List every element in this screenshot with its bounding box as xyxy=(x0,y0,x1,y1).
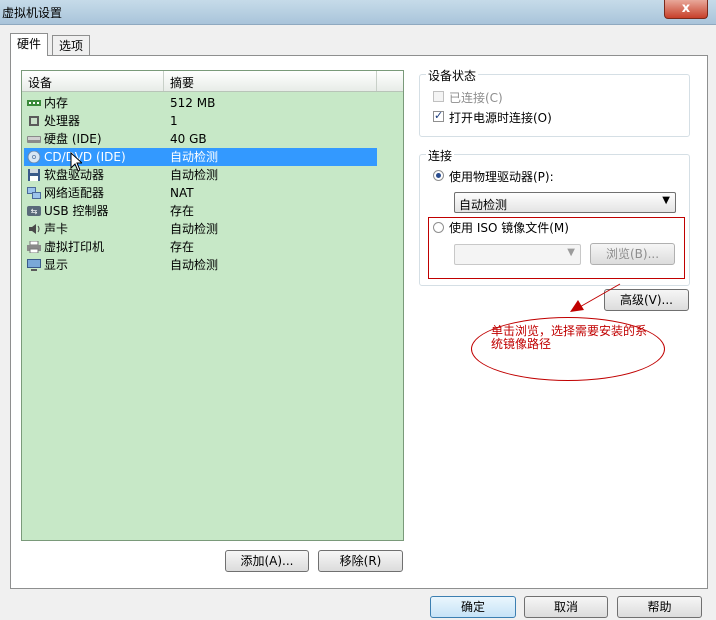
device-row-memory[interactable]: 内存 512 MB xyxy=(24,94,377,112)
add-button[interactable]: 添加(A)... xyxy=(225,550,309,572)
annotation-arrow-icon xyxy=(570,283,621,312)
device-name: 声卡 xyxy=(44,222,69,236)
device-name: USB 控制器 xyxy=(44,204,109,218)
header-separator xyxy=(163,71,164,91)
device-list[interactable]: 设备 摘要 内存 512 MB 处理器 1 硬盘 (IDE) 40 GB CD/… xyxy=(21,70,404,541)
printer-icon xyxy=(27,241,41,253)
mouse-cursor-icon xyxy=(70,152,82,172)
cancel-button[interactable]: 取消 xyxy=(524,596,608,618)
device-name: 显示 xyxy=(44,258,69,272)
device-summary: 存在 xyxy=(170,240,195,254)
memory-icon xyxy=(27,100,41,106)
device-name: 虚拟打印机 xyxy=(44,240,105,254)
device-row-network[interactable]: 网络适配器 NAT xyxy=(24,184,377,202)
floppy-icon xyxy=(28,169,40,181)
network-icon xyxy=(27,187,41,199)
ok-button[interactable]: 确定 xyxy=(430,596,516,618)
device-summary: 1 xyxy=(170,114,178,128)
annotation-note: 单击浏览，选择需要安装的系统镜像路径 xyxy=(491,324,648,351)
header-device[interactable]: 设备 xyxy=(28,74,52,91)
device-row-hard-disk[interactable]: 硬盘 (IDE) 40 GB xyxy=(24,130,377,148)
sound-icon xyxy=(29,224,40,234)
use-physical-drive-label: 使用物理驱动器(P): xyxy=(449,170,554,184)
display-icon xyxy=(27,259,41,271)
hard-disk-icon xyxy=(27,136,41,143)
physical-drive-value: 自动检测 xyxy=(459,198,508,212)
connect-at-power-on-label: 打开电源时连接(O) xyxy=(449,111,552,125)
connected-label: 已连接(C) xyxy=(449,91,503,105)
device-name: 硬盘 (IDE) xyxy=(44,132,102,146)
connection-label: 连接 xyxy=(426,147,455,164)
device-name: 内存 xyxy=(44,96,69,110)
device-row-printer[interactable]: 虚拟打印机 存在 xyxy=(24,238,377,256)
device-summary: 存在 xyxy=(170,204,195,218)
remove-button[interactable]: 移除(R) xyxy=(318,550,403,572)
device-row-usb[interactable]: ⇆ USB 控制器 存在 xyxy=(24,202,377,220)
device-summary: 自动检测 xyxy=(170,258,219,272)
title-bar: 虚拟机设置 x xyxy=(0,0,716,25)
device-summary: 自动检测 xyxy=(170,150,219,164)
device-name: CD/DVD (IDE) xyxy=(44,150,126,164)
cd-dvd-icon xyxy=(27,151,41,163)
use-physical-drive-radio[interactable] xyxy=(433,170,444,181)
close-button[interactable]: x xyxy=(664,0,708,19)
device-summary: 自动检测 xyxy=(170,168,219,182)
device-name: 网络适配器 xyxy=(44,186,105,200)
device-name: 处理器 xyxy=(44,114,81,128)
processor-icon xyxy=(29,116,39,126)
annotation-highlight-box xyxy=(428,217,685,279)
chevron-down-icon: ▼ xyxy=(662,195,670,206)
tab-hardware[interactable]: 硬件 xyxy=(10,33,49,56)
device-row-processor[interactable]: 处理器 1 xyxy=(24,112,377,130)
tab-options[interactable]: 选项 xyxy=(52,35,91,55)
device-summary: 自动检测 xyxy=(170,222,219,236)
device-summary: 40 GB xyxy=(170,132,207,146)
connect-at-power-on-checkbox[interactable] xyxy=(433,109,444,122)
tab-options-label: 选项 xyxy=(59,39,84,53)
device-status-label: 设备状态 xyxy=(426,67,479,84)
header-summary[interactable]: 摘要 xyxy=(170,74,194,91)
device-row-sound[interactable]: 声卡 自动检测 xyxy=(24,220,377,238)
device-summary: 512 MB xyxy=(170,96,216,110)
svg-text:⇆: ⇆ xyxy=(31,207,38,216)
device-list-header: 设备 摘要 xyxy=(22,71,403,92)
tab-hardware-label: 硬件 xyxy=(17,37,42,51)
window-title: 虚拟机设置 xyxy=(2,6,63,20)
close-icon: x xyxy=(681,1,691,16)
device-row-display[interactable]: 显示 自动检测 xyxy=(24,256,377,274)
connected-checkbox[interactable] xyxy=(433,91,444,102)
help-button[interactable]: 帮助 xyxy=(617,596,702,618)
header-separator xyxy=(376,71,377,91)
usb-icon: ⇆ xyxy=(27,206,41,216)
physical-drive-select[interactable]: 自动检测 ▼ xyxy=(454,192,676,213)
device-summary: NAT xyxy=(170,186,194,200)
